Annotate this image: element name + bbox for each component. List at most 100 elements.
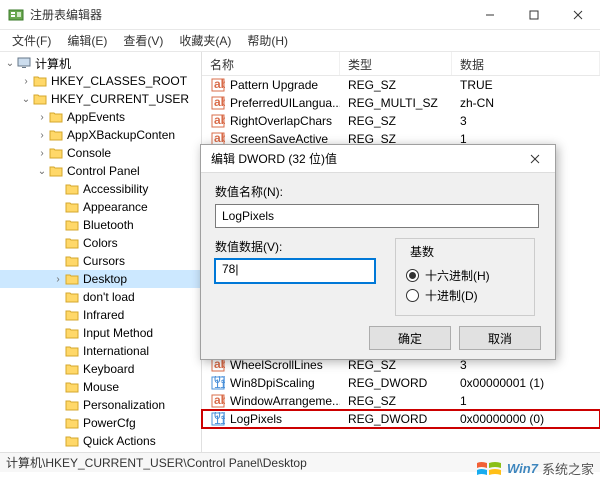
list-row[interactable]: abPattern UpgradeREG_SZTRUE xyxy=(202,76,600,94)
value-name: RightOverlapChars xyxy=(230,114,332,128)
folder-icon xyxy=(64,362,80,376)
value-data-label: 数值数据(V): xyxy=(215,238,375,255)
value-name: PreferredUILangua... xyxy=(230,96,340,110)
cancel-button[interactable]: 取消 xyxy=(459,326,541,350)
value-name-label: 数值名称(N): xyxy=(215,183,541,200)
tree-root[interactable]: ⌄ 计算机 xyxy=(0,54,201,72)
folder-icon xyxy=(64,254,80,268)
tree-item[interactable]: Input Method xyxy=(0,324,201,342)
value-data: zh-CN xyxy=(452,96,600,110)
maximize-button[interactable] xyxy=(512,0,556,30)
col-header-name[interactable]: 名称 xyxy=(202,52,340,75)
close-button[interactable] xyxy=(556,0,600,30)
tree-item[interactable]: Bluetooth xyxy=(0,216,201,234)
value-type: REG_SZ xyxy=(340,394,452,408)
dialog-titlebar[interactable]: 编辑 DWORD (32 位)值 xyxy=(201,145,555,173)
value-data: 1 xyxy=(452,394,600,408)
value-name-input[interactable] xyxy=(215,204,539,228)
folder-icon xyxy=(48,128,64,142)
tree-label: PowerCfg xyxy=(83,416,136,430)
tree-item[interactable]: Colors xyxy=(0,234,201,252)
tree-item[interactable]: Cursors xyxy=(0,252,201,270)
menu-help[interactable]: 帮助(H) xyxy=(239,30,296,51)
value-data-input[interactable]: 78 xyxy=(215,259,375,283)
folder-icon xyxy=(32,74,48,88)
list-row[interactable]: 011110Win8DpiScalingREG_DWORD0x00000001 … xyxy=(202,374,600,392)
menu-view[interactable]: 查看(V) xyxy=(115,30,171,51)
folder-icon xyxy=(64,380,80,394)
tree-label: 计算机 xyxy=(35,55,71,72)
chevron-right-icon[interactable]: › xyxy=(36,112,48,123)
chevron-right-icon[interactable]: › xyxy=(36,148,48,159)
reg-string-icon: ab xyxy=(210,114,226,128)
tree-item[interactable]: ›HKEY_CLASSES_ROOT xyxy=(0,72,201,90)
tree-item[interactable]: Accessibility xyxy=(0,180,201,198)
value-name: LogPixels xyxy=(230,412,282,426)
value-type: REG_SZ xyxy=(340,114,452,128)
tree-label: AppXBackupConten xyxy=(67,128,175,142)
folder-icon xyxy=(32,92,48,106)
folder-icon xyxy=(48,164,64,178)
tree-label: AppEvents xyxy=(67,110,125,124)
chevron-down-icon[interactable]: ⌄ xyxy=(20,94,32,105)
tree-label: Cursors xyxy=(83,254,125,268)
status-path: 计算机\HKEY_CURRENT_USER\Control Panel\Desk… xyxy=(6,454,307,471)
reg-binary-icon: 011110 xyxy=(210,412,226,426)
tree-item[interactable]: ›Console xyxy=(0,144,201,162)
chevron-down-icon[interactable]: ⌄ xyxy=(36,166,48,177)
menu-favorites[interactable]: 收藏夹(A) xyxy=(171,30,239,51)
tree-item[interactable]: Personalization xyxy=(0,396,201,414)
svg-text:ab: ab xyxy=(214,114,225,127)
tree-item[interactable]: ⌄ Control Panel xyxy=(0,162,201,180)
tree-item[interactable]: Appearance xyxy=(0,198,201,216)
col-header-type[interactable]: 类型 xyxy=(340,52,452,75)
list-row[interactable]: abWindowArrangeme...REG_SZ1 xyxy=(202,392,600,410)
computer-icon xyxy=(16,56,32,70)
tree-item[interactable]: Infrared xyxy=(0,306,201,324)
minimize-button[interactable] xyxy=(468,0,512,30)
value-type: REG_DWORD xyxy=(340,376,452,390)
tree-label: Bluetooth xyxy=(83,218,134,232)
chevron-right-icon[interactable]: › xyxy=(36,130,48,141)
tree-item[interactable]: Keyboard xyxy=(0,360,201,378)
tree-item[interactable]: › AppXBackupConten xyxy=(0,126,201,144)
radio-dec[interactable]: 十进制(D) xyxy=(406,287,524,304)
tree-label: Mouse xyxy=(83,380,119,394)
folder-icon xyxy=(64,416,80,430)
value-type: REG_MULTI_SZ xyxy=(340,96,452,110)
tree-item[interactable]: ›Desktop xyxy=(0,270,201,288)
window-title: 注册表编辑器 xyxy=(30,6,468,23)
dialog-close-button[interactable] xyxy=(515,145,555,173)
base-legend: 基数 xyxy=(406,243,438,260)
value-data: 0x00000001 (1) xyxy=(452,376,600,390)
list-row[interactable]: abRightOverlapCharsREG_SZ3 xyxy=(202,112,600,130)
tree-label: don't load xyxy=(83,290,135,304)
list-row[interactable]: abPreferredUILangua...REG_MULTI_SZzh-CN xyxy=(202,94,600,112)
tree-label: Control Panel xyxy=(67,164,140,178)
chevron-right-icon[interactable]: › xyxy=(52,274,64,285)
list-row[interactable]: 011110LogPixelsREG_DWORD0x00000000 (0) xyxy=(202,410,600,428)
reg-string-icon: ab xyxy=(210,394,226,408)
radio-hex[interactable]: 十六进制(H) xyxy=(406,267,524,284)
tree-item[interactable]: ⌄HKEY_CURRENT_USER xyxy=(0,90,201,108)
tree-item[interactable]: don't load xyxy=(0,288,201,306)
folder-icon xyxy=(64,182,80,196)
folder-icon xyxy=(64,200,80,214)
menu-file[interactable]: 文件(F) xyxy=(4,30,59,51)
tree-label: Accessibility xyxy=(83,182,148,196)
tree-label: Input Method xyxy=(83,326,153,340)
registry-tree[interactable]: ⌄ 计算机 ›HKEY_CLASSES_ROOT⌄HKEY_CURRENT_US… xyxy=(0,52,202,452)
tree-item[interactable]: International xyxy=(0,342,201,360)
tree-item[interactable]: Mouse xyxy=(0,378,201,396)
folder-icon xyxy=(64,290,80,304)
tree-item[interactable]: Sound xyxy=(0,450,201,452)
tree-item[interactable]: › AppEvents xyxy=(0,108,201,126)
chevron-right-icon[interactable]: › xyxy=(20,76,32,87)
menu-edit[interactable]: 编辑(E) xyxy=(59,30,115,51)
tree-item[interactable]: Quick Actions xyxy=(0,432,201,450)
ok-button[interactable]: 确定 xyxy=(369,326,451,350)
col-header-data[interactable]: 数据 xyxy=(452,52,600,75)
tree-item[interactable]: PowerCfg xyxy=(0,414,201,432)
chevron-down-icon[interactable]: ⌄ xyxy=(4,58,16,69)
titlebar: 注册表编辑器 xyxy=(0,0,600,30)
